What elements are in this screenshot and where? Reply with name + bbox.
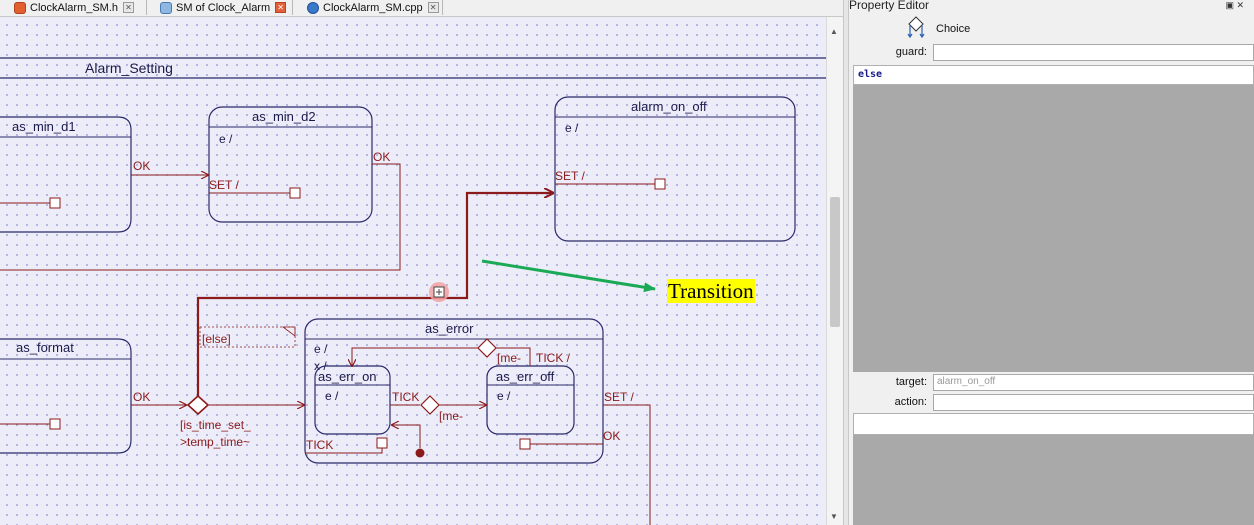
transition-err-off-tick[interactable]: [me- TICK / xyxy=(352,338,571,366)
entry-action: e / xyxy=(219,132,233,146)
tick-trigger: TICK xyxy=(306,438,333,452)
action-label: action: xyxy=(894,396,927,408)
guard-label: guard: xyxy=(895,46,927,58)
canvas-scrollbar[interactable]: ▲ ▼ xyxy=(826,17,843,525)
action-code-editor[interactable] xyxy=(853,413,1254,435)
state-title: as_min_d1 xyxy=(12,119,76,134)
state-as-min-d2[interactable]: as_min_d2 e / xyxy=(208,106,373,223)
state-as-min-d1[interactable]: as_min_d1 xyxy=(0,116,132,233)
state-alarm-setting[interactable]: Alarm_Setting xyxy=(0,57,826,79)
state-as-format[interactable]: as_format xyxy=(0,338,132,454)
property-editor: Property Editor ▣ ✕ Choice guard: else t… xyxy=(849,0,1254,525)
state-title: as_err_off xyxy=(496,369,555,384)
transition-err-on-tick[interactable]: TICK [me- xyxy=(390,390,486,423)
choice-node[interactable] xyxy=(186,394,210,416)
tab-sm-of-clock-alarm[interactable]: SM of Clock_Alarm ✕ xyxy=(160,0,287,15)
action-input[interactable] xyxy=(933,394,1254,411)
state-as-err-off[interactable]: as_err_off e / xyxy=(486,365,575,435)
set-trigger: SET / xyxy=(209,178,239,192)
transition-annotation: Transition xyxy=(667,279,755,303)
target-label: target: xyxy=(895,376,927,388)
c-header-file-icon xyxy=(14,1,26,14)
tab-label: ClockAlarm_SM.h xyxy=(30,1,119,14)
state-machine-diagram-icon xyxy=(160,1,172,14)
transition-format-to-choice[interactable]: OK xyxy=(131,390,186,405)
ok-trigger: OK xyxy=(133,390,150,404)
state-title: alarm_on_off xyxy=(631,99,707,114)
tab-clockalarm-sm-cpp[interactable]: ClockAlarm_SM.cpp ✕ xyxy=(307,0,439,15)
transition-as-error-set[interactable]: SET / xyxy=(603,390,651,525)
guard-label: [me- xyxy=(497,351,521,365)
tick-trigger: TICK / xyxy=(536,351,571,365)
transition-tick-internal[interactable]: TICK xyxy=(306,437,388,454)
guard-input[interactable] xyxy=(933,44,1254,61)
annotation-arrow xyxy=(481,259,656,293)
choice-icon xyxy=(907,16,925,39)
guard-label: >temp_time~ xyxy=(180,435,250,449)
entry-action: e / xyxy=(325,389,339,403)
state-as-error[interactable]: as_error e / x / xyxy=(304,318,604,464)
diagram-canvas[interactable]: Alarm_Setting as_min_d1 as_min_d2 e / SE… xyxy=(0,17,826,525)
state-title: as_format xyxy=(16,340,74,355)
tab-label: SM of Clock_Alarm xyxy=(176,1,271,14)
entry-action: e / xyxy=(565,121,579,135)
scroll-thumb[interactable] xyxy=(830,197,840,327)
tab-label: ClockAlarm_SM.cpp xyxy=(323,1,423,14)
state-title: as_min_d2 xyxy=(252,109,316,124)
close-tab-icon[interactable]: ✕ xyxy=(427,2,439,13)
editor-tab-bar: ClockAlarm_SM.h ✕ SM of Clock_Alarm ✕ Cl… xyxy=(0,0,845,17)
transition-d2-ok[interactable]: OK xyxy=(0,150,401,271)
close-tab-icon[interactable]: ✕ xyxy=(123,2,135,13)
state-as-err-on[interactable]: as_err_on e / xyxy=(314,365,391,435)
ok-trigger: OK xyxy=(603,429,620,443)
guard-code-editor[interactable]: else xyxy=(853,65,1254,85)
dock-icon[interactable]: ▣ ✕ xyxy=(1225,0,1244,11)
ok-trigger: OK xyxy=(373,150,390,164)
target-field: alarm_on_off xyxy=(933,374,1254,391)
guard-label: [is_time_set_ xyxy=(180,418,251,432)
close-tab-icon[interactable]: ✕ xyxy=(275,2,287,13)
guard-editor-pane[interactable] xyxy=(853,85,1254,372)
state-title: as_err_on xyxy=(318,369,377,384)
panel-title: Property Editor xyxy=(849,0,930,12)
entry-action: e / xyxy=(314,342,328,356)
ok-trigger: OK xyxy=(133,159,150,173)
scroll-up-icon[interactable]: ▲ xyxy=(830,27,838,36)
set-trigger: SET / xyxy=(604,390,634,404)
state-title: as_error xyxy=(425,321,474,336)
element-type-label: Choice xyxy=(936,23,971,35)
action-editor-pane[interactable] xyxy=(853,435,1254,525)
guard-label: [me- xyxy=(439,409,463,423)
else-guard: [else] xyxy=(202,332,231,346)
transition-d1-to-d2[interactable]: OK xyxy=(131,159,208,175)
entry-action: e / xyxy=(497,389,511,403)
selection-handle[interactable] xyxy=(429,282,449,302)
tick-trigger: TICK xyxy=(392,390,419,404)
scroll-down-icon[interactable]: ▼ xyxy=(830,512,838,521)
state-alarm-on-off[interactable]: alarm_on_off e / xyxy=(554,96,796,242)
tab-clockalarm-sm-h[interactable]: ClockAlarm_SM.h ✕ xyxy=(14,0,135,15)
initial-transition[interactable] xyxy=(392,425,425,458)
superstate-title: Alarm_Setting xyxy=(85,60,173,76)
set-trigger: SET / xyxy=(555,169,585,183)
cpp-source-file-icon xyxy=(307,1,319,14)
